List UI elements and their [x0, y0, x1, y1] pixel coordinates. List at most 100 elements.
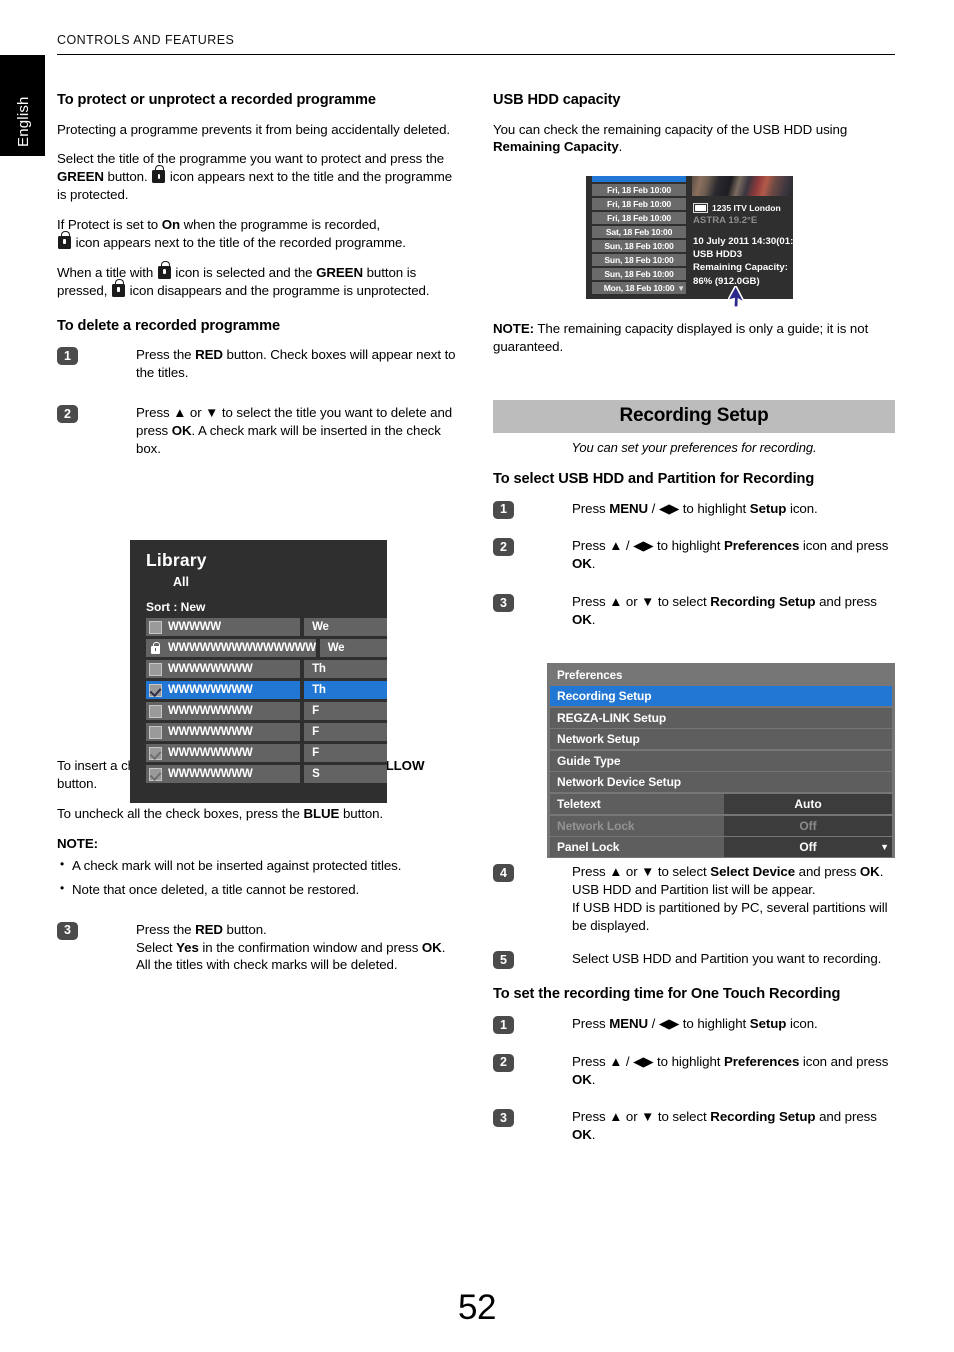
note-item: A check mark will not be inserted agains…	[57, 856, 461, 875]
library-row-secondary: We	[319, 639, 387, 657]
satellite-name: ASTRA 19.2°E	[693, 215, 758, 226]
preferences-row[interactable]: Network Setup	[550, 729, 892, 750]
text-ok-button: OK	[572, 1127, 592, 1143]
text-run: and press	[815, 1109, 877, 1125]
paragraph-remaining-capacity: You can check the remaining capacity of …	[493, 121, 895, 157]
schedule-row[interactable]: Fri, 18 Feb 10:00	[592, 197, 686, 211]
library-row-secondary: F	[304, 744, 387, 762]
schedule-row[interactable]: Fri, 18 Feb 10:00	[592, 184, 686, 197]
schedule-row[interactable]: Fri, 18 Feb 10:00	[592, 211, 686, 225]
text-run: To uncheck all the check boxes, press th…	[57, 806, 304, 822]
library-row[interactable]: WWWWWWWW Th	[130, 660, 387, 678]
library-row[interactable]: WWWWW We	[130, 618, 387, 636]
library-row-secondary: F	[304, 723, 387, 741]
step-text: Press ▲ or ▼ to select the title you wan…	[136, 404, 461, 458]
step-number: 1	[57, 347, 78, 365]
checkbox-unchecked[interactable]	[149, 704, 162, 718]
preferences-row-label: Teletext	[557, 796, 601, 811]
library-row-primary: WWWWWWWW	[146, 681, 301, 699]
checkbox-unchecked[interactable]	[149, 662, 162, 676]
text-blue-button: BLUE	[303, 806, 340, 822]
checkbox-unchecked[interactable]	[149, 725, 162, 739]
checkbox-unchecked[interactable]	[149, 620, 162, 634]
preferences-row[interactable]: Network Device Setup	[550, 772, 892, 793]
text-green-button: GREEN	[316, 264, 363, 280]
checkbox-checked-dim[interactable]	[149, 767, 162, 781]
text-run: button.	[339, 806, 384, 822]
library-screenshot: Library All Sort : New WWWWW We WWWWWWWWWW…	[130, 540, 387, 803]
step-item: 3 Press ▲ or ▼ to select Recording Setup…	[493, 593, 895, 629]
text-remaining-capacity: Remaining Capacity	[493, 139, 619, 155]
lock-icon	[111, 278, 125, 297]
library-row-secondary: Th	[304, 681, 387, 699]
lock-icon	[157, 260, 171, 279]
text-on: On	[161, 217, 181, 232]
library-row-list: WWWWW We WWWWWWWWWWWWWW We WWWWWWWW Th WWWWWWW…	[130, 618, 387, 783]
preferences-row[interactable]: Panel Lock Off	[550, 837, 892, 858]
text-run: icon.	[786, 1015, 818, 1031]
text-run: All the titles with check marks will be …	[136, 957, 398, 973]
library-subtitle: All	[173, 575, 189, 589]
preferences-screenshot: Preferences Recording Setup REGZA-LINK Se…	[547, 663, 895, 858]
text-yes: Yes	[176, 939, 199, 955]
step-item: 3 Press the RED button. Select Yes in th…	[57, 921, 461, 975]
schedule-row-highlight	[592, 176, 686, 182]
library-row-title: WWWWWWWW	[168, 705, 253, 717]
step-number: 3	[57, 921, 78, 940]
text-run: icon appears next to the title of the re…	[72, 234, 406, 250]
preferences-row[interactable]: Guide Type	[550, 750, 892, 771]
heading-delete-programme: To delete a recorded programme	[57, 317, 280, 334]
paragraph-protect-intro: Protecting a programme prevents it from …	[57, 121, 451, 137]
preferences-row[interactable]: Network Lock Off	[550, 815, 892, 836]
library-row[interactable]: WWWWWWWW F	[130, 744, 387, 762]
library-row[interactable]: WWWWWWWWWWWWWW We	[130, 639, 387, 657]
preferences-row-value[interactable]: Off	[724, 815, 892, 836]
step-text: Press the RED button. Check boxes will a…	[136, 346, 461, 382]
step-item: 4 Press ▲ or ▼ to select Select Device a…	[493, 863, 895, 935]
text-green-button: GREEN	[57, 169, 104, 185]
text-preferences: Preferences	[724, 538, 800, 554]
preferences-row[interactable]: Recording Setup	[550, 686, 892, 706]
step-item: 2 Press ▲ / ◀▶ to highlight Preferences …	[493, 537, 895, 573]
checkbox-checked[interactable]	[149, 683, 162, 697]
library-row-title: WWWWWWWW	[168, 747, 253, 759]
language-tab-label: English	[15, 96, 32, 147]
preferences-row[interactable]: REGZA-LINK Setup	[550, 707, 892, 728]
text-menu-button: MENU	[609, 1015, 649, 1031]
lock-icon[interactable]	[149, 641, 162, 655]
preferences-row-label: Recording Setup	[557, 689, 652, 703]
checkbox-checked-dim[interactable]	[149, 746, 162, 760]
step-number: 1	[493, 500, 514, 519]
step-text: Select USB HDD and Partition you want to…	[572, 951, 882, 967]
text-run: Press	[572, 500, 610, 516]
preferences-row-value[interactable]: Off	[724, 837, 892, 858]
heading-select-usb-hdd: To select USB HDD and Partition for Reco…	[493, 471, 815, 487]
heading-one-touch-recording: To set the recording time for One Touch …	[493, 986, 841, 1003]
note-label: NOTE:	[57, 835, 461, 853]
schedule-row[interactable]: Sun, 18 Feb 10:00	[592, 267, 686, 281]
step-item: 2 Press ▲ or ▼ to select the title you w…	[57, 404, 461, 458]
lock-glyph	[151, 641, 160, 654]
library-row[interactable]: WWWWWWWW F	[130, 702, 387, 720]
step-item: 2 Press ▲ / ◀▶ to highlight Preferences …	[493, 1053, 895, 1089]
schedule-row[interactable]: Sun, 18 Feb 10:00	[592, 239, 686, 253]
preferences-row-label: Network Setup	[557, 732, 640, 747]
library-row-primary: WWWWWWWW	[146, 723, 301, 741]
schedule-list: Fri, 18 Feb 10:00 Fri, 18 Feb 10:00 Fri, 1…	[590, 176, 688, 296]
preferences-row[interactable]: Teletext Auto	[550, 793, 892, 814]
library-row-date: Th	[312, 663, 326, 675]
scroll-down-icon: ▼	[880, 842, 889, 852]
text-red-button: RED	[195, 921, 223, 937]
step-item: 3 Press ▲ or ▼ to select Recording Setup…	[493, 1108, 895, 1144]
schedule-row[interactable]: Sun, 18 Feb 10:00	[592, 253, 686, 267]
preferences-row-value[interactable]: Auto	[724, 793, 892, 814]
library-row[interactable]: WWWWWWWW F	[130, 723, 387, 741]
text-ok-button: OK	[421, 939, 442, 955]
step-text: Press ▲ / ◀▶ to highlight Preferences ic…	[572, 1053, 895, 1089]
text-run: icon and press	[799, 538, 889, 554]
library-row[interactable]: WWWWWWWW Th	[130, 681, 387, 699]
library-row[interactable]: WWWWWWWW S	[130, 765, 387, 783]
text-run: button.	[222, 921, 267, 937]
schedule-row[interactable]: Sat, 18 Feb 10:00	[592, 225, 686, 239]
schedule-row[interactable]: Mon, 18 Feb 10:00	[592, 281, 686, 295]
